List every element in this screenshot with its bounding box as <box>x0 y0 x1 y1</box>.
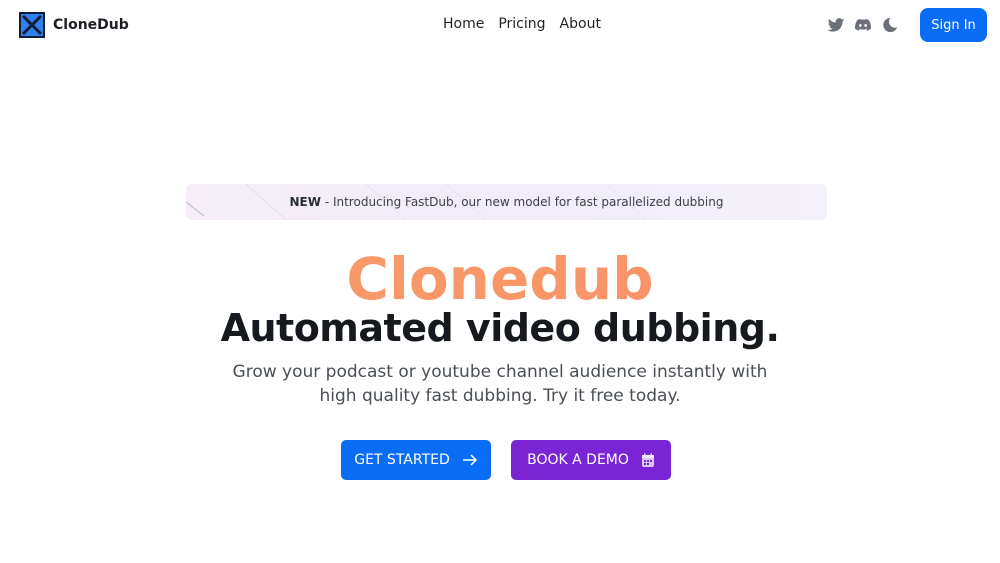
arrow-right-icon <box>462 454 477 466</box>
logo-icon <box>19 12 45 38</box>
moon-icon[interactable] <box>881 16 899 34</box>
hero-headline: Automated video dubbing. <box>220 306 780 350</box>
nav-link-pricing[interactable]: Pricing <box>498 16 545 32</box>
calendar-icon <box>641 453 654 467</box>
get-started-label: GET STARTED <box>354 452 450 468</box>
logo-link[interactable]: CloneDub <box>19 12 129 38</box>
top-navbar: CloneDub Home Pricing About Sign In <box>0 0 1000 50</box>
banner-new-tag: NEW <box>289 195 321 209</box>
main-nav: Home Pricing About <box>443 16 601 32</box>
get-started-button[interactable]: GET STARTED <box>341 440 491 480</box>
book-demo-button[interactable]: BOOK A DEMO <box>511 440 671 480</box>
banner-message: - Introducing FastDub, our new model for… <box>321 195 724 209</box>
book-demo-label: BOOK A DEMO <box>527 452 629 468</box>
sign-in-button[interactable]: Sign In <box>920 8 987 42</box>
twitter-icon[interactable] <box>827 16 845 34</box>
logo-text: CloneDub <box>53 17 129 33</box>
hero-subtitle: Grow your podcast or youtube channel aud… <box>232 362 768 406</box>
announcement-banner[interactable]: NEW - Introducing FastDub, our new model… <box>186 184 827 220</box>
discord-icon[interactable] <box>854 16 872 34</box>
hero-brand-title: Clonedub <box>0 246 1000 312</box>
social-icons <box>827 16 899 34</box>
banner-text: NEW - Introducing FastDub, our new model… <box>290 195 724 209</box>
nav-link-about[interactable]: About <box>560 16 601 32</box>
nav-link-home[interactable]: Home <box>443 16 484 32</box>
